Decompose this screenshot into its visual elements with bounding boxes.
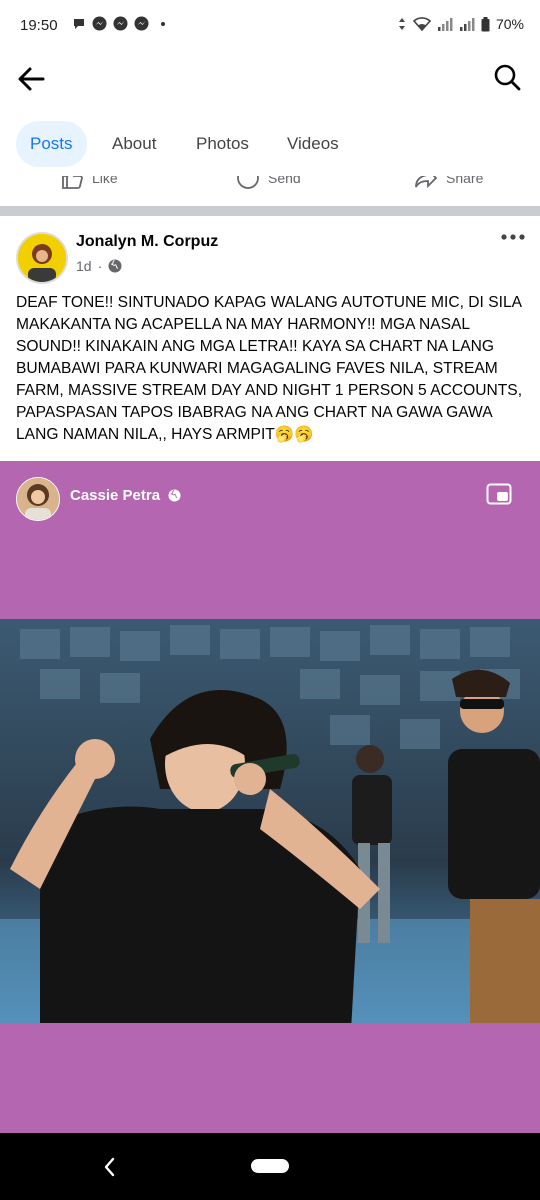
shared-author-avatar[interactable] — [16, 477, 60, 521]
video-player[interactable] — [0, 619, 540, 1023]
notification-icons — [72, 16, 165, 31]
post-text: DEAF TONE!! SINTUNADO KAPAG WALANG AUTOT… — [16, 294, 523, 443]
battery-level: 70% — [495, 16, 524, 32]
like-label: Like — [92, 176, 118, 186]
globe-icon — [168, 489, 181, 502]
shared-post: Cassie Petra — [0, 461, 540, 1133]
app-bar — [0, 52, 540, 105]
signal-icon — [437, 18, 453, 31]
previous-post-actions: Like Send Share — [0, 176, 540, 206]
nav-back-icon[interactable] — [100, 1155, 120, 1179]
author-avatar[interactable] — [16, 232, 68, 284]
messenger-send-icon — [237, 176, 259, 189]
signal-icon — [459, 18, 475, 31]
profile-tabs: Posts About Photos Videos — [0, 104, 540, 176]
more-options-icon[interactable] — [500, 230, 526, 244]
messenger-icon — [134, 16, 149, 31]
send-button[interactable]: Send — [236, 176, 301, 190]
tab-posts[interactable]: Posts — [16, 121, 87, 167]
post-separator — [0, 206, 540, 216]
arrow-left-icon[interactable] — [14, 62, 48, 96]
share-arrow-icon — [415, 176, 438, 189]
share-button[interactable]: Share — [414, 176, 483, 190]
avatar-image — [17, 478, 59, 520]
status-bar: 19:50 70% — [0, 0, 540, 52]
data-arrows-icon — [398, 18, 405, 30]
system-status-icons: 70% — [397, 16, 524, 32]
shared-author: Cassie Petra — [70, 487, 181, 504]
nav-home-pill[interactable] — [251, 1159, 289, 1173]
search-icon[interactable] — [492, 62, 522, 92]
status-time: 19:50 — [20, 17, 58, 34]
tab-about[interactable]: About — [98, 121, 170, 167]
tab-photos[interactable]: Photos — [182, 121, 263, 167]
post-meta: 1d · — [76, 258, 122, 274]
author-name[interactable]: Jonalyn M. Corpuz — [76, 233, 218, 251]
messenger-icon — [92, 16, 107, 31]
dot-icon — [161, 21, 165, 26]
send-label: Send — [268, 176, 301, 186]
navigation-bar — [0, 1133, 540, 1200]
like-button[interactable]: Like — [60, 176, 118, 190]
share-label: Share — [446, 176, 484, 186]
battery-icon — [481, 16, 490, 31]
thumbs-up-icon — [62, 176, 83, 189]
video-frame — [0, 619, 540, 1023]
picture-in-picture-icon[interactable] — [486, 483, 512, 505]
post-time[interactable]: 1d — [76, 258, 92, 274]
globe-icon — [108, 259, 122, 273]
post-header: Jonalyn M. Corpuz 1d · — [0, 216, 540, 286]
avatar-image — [18, 234, 66, 282]
chat-bubble-icon — [74, 18, 84, 29]
messenger-icon — [113, 16, 128, 31]
wifi-icon — [412, 17, 431, 31]
tab-videos[interactable]: Videos — [273, 121, 353, 167]
shared-author-name[interactable]: Cassie Petra — [70, 487, 160, 504]
